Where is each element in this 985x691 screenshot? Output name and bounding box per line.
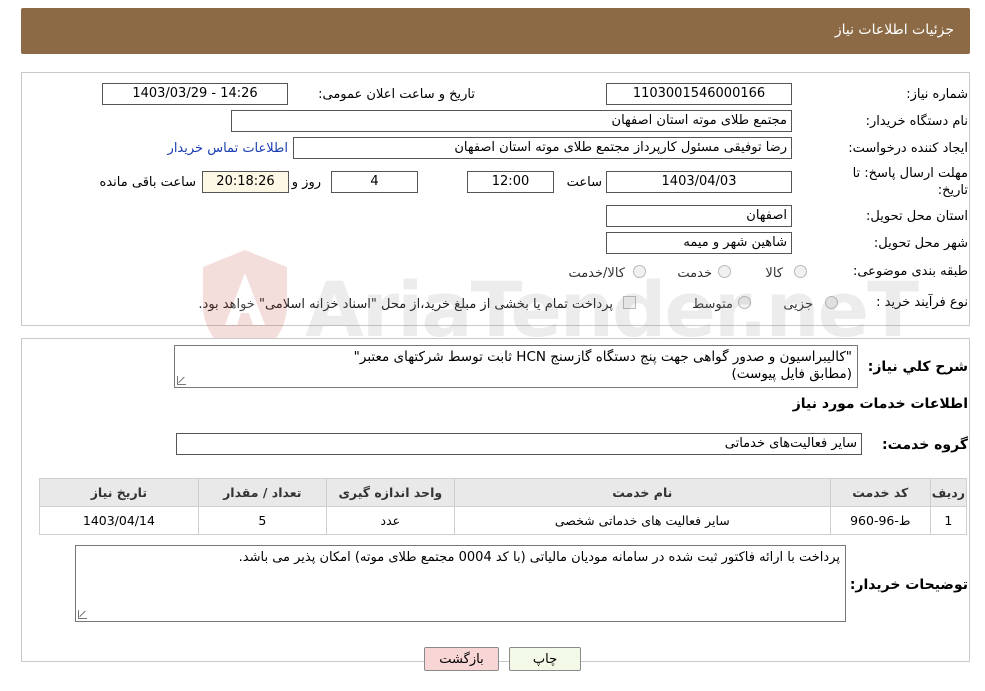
cell-row-number: 1: [929, 506, 968, 535]
days-label: روز و: [291, 175, 321, 190]
cell-quantity: 5: [197, 506, 327, 535]
process-option-medium: متوسط: [692, 297, 733, 312]
deadline-time-label: ساعت: [566, 175, 602, 190]
print-button[interactable]: چاپ: [509, 647, 581, 671]
announce-field[interactable]: 1403/03/29 - 14:26: [102, 83, 288, 105]
category-radio-goods-service[interactable]: [633, 265, 646, 278]
summary-label: شرح کلي نياز:: [867, 359, 968, 375]
process-radio-minor[interactable]: [825, 296, 838, 309]
category-option-goods: کالا: [765, 266, 783, 281]
category-option-service: خدمت: [677, 266, 712, 281]
days-field[interactable]: 4: [331, 171, 418, 193]
treasury-payment-note: پرداخت تمام یا بخشی از مبلغ خرید،از محل …: [198, 297, 613, 312]
col-service-name: نام خدمت: [453, 478, 831, 507]
remaining-time-field: 20:18:26: [202, 171, 289, 193]
cell-service-code: ط-96-960: [829, 506, 931, 535]
col-need-date: تاریخ نیاز: [39, 478, 199, 507]
col-service-code: کد خدمت: [829, 478, 931, 507]
category-option-goods-service: کالا/خدمت: [568, 266, 625, 281]
services-section-title: اطلاعات خدمات مورد نیاز: [792, 396, 968, 412]
buyer-notes-label: توضیحات خریدار:: [849, 577, 968, 593]
announce-label: تاریخ و ساعت اعلان عمومی:: [318, 87, 475, 102]
table-row: 1 ط-96-960 سایر فعالیت های خدماتی شخصی ع…: [39, 506, 968, 535]
province-label: استان محل تحویل:: [866, 209, 968, 224]
buyer-label: نام دستگاه خریدار:: [865, 114, 968, 129]
need-number-label: شماره نیاز:: [906, 87, 968, 102]
col-unit: واحد اندازه گیری: [325, 478, 455, 507]
resize-grip-icon[interactable]: [177, 376, 186, 385]
treasury-payment-checkbox[interactable]: [623, 296, 636, 309]
cell-unit: عدد: [325, 506, 455, 535]
deadline-date-field[interactable]: 1403/04/03: [606, 171, 792, 193]
summary-line-2: (مطابق فایل پیوست): [731, 366, 852, 382]
col-quantity: تعداد / مقدار: [197, 478, 327, 507]
summary-line-1: "کالیبراسیون و صدور گواهی جهت پنج دستگاه…: [353, 349, 852, 365]
services-table: ردیف کد خدمت نام خدمت واحد اندازه گیری ت…: [39, 478, 968, 535]
page-header: جزئیات اطلاعات نیاز: [21, 8, 970, 54]
buyer-contact-link[interactable]: اطلاعات تماس خریدار: [168, 141, 288, 156]
services-table-header: ردیف کد خدمت نام خدمت واحد اندازه گیری ت…: [39, 478, 968, 507]
remaining-time-label: ساعت باقی مانده: [99, 175, 196, 190]
resize-grip-icon[interactable]: [78, 610, 87, 619]
summary-textarea[interactable]: "کالیبراسیون و صدور گواهی جهت پنج دستگاه…: [174, 345, 858, 388]
buyer-field[interactable]: مجتمع طلای موته استان اصفهان: [231, 110, 792, 132]
creator-field[interactable]: رضا توفیقی مسئول کارپرداز مجتمع طلای موت…: [293, 137, 792, 159]
col-row-number: ردیف: [929, 478, 968, 507]
city-label: شهر محل تحویل:: [873, 236, 968, 251]
buyer-notes-textarea[interactable]: پرداخت با ارائه فاکتور ثبت شده در سامانه…: [75, 545, 846, 622]
category-radio-goods[interactable]: [794, 265, 807, 278]
deadline-time-field[interactable]: 12:00: [467, 171, 554, 193]
service-group-label: گروه خدمت:: [882, 437, 968, 453]
province-field[interactable]: اصفهان: [606, 205, 792, 227]
back-button[interactable]: بازگشت: [424, 647, 499, 671]
deadline-label-line1: مهلت ارسال پاسخ: تا: [852, 166, 968, 181]
category-label: طبقه بندی موضوعی:: [852, 264, 968, 279]
page-title: جزئیات اطلاعات نیاز: [834, 22, 954, 38]
city-field[interactable]: شاهین شهر و میمه: [606, 232, 792, 254]
need-number-field[interactable]: 1103001546000166: [606, 83, 792, 105]
cell-need-date: 1403/04/14: [39, 506, 199, 535]
category-radio-service[interactable]: [718, 265, 731, 278]
service-group-field[interactable]: سایر فعالیت‌های خدماتی: [176, 433, 862, 455]
process-type-label: نوع فرآیند خرید :: [876, 295, 968, 310]
process-option-minor: جزیی: [783, 297, 813, 312]
process-radio-medium[interactable]: [738, 296, 751, 309]
deadline-label-line2: تاریخ:: [937, 183, 968, 198]
buyer-notes-text: پرداخت با ارائه فاکتور ثبت شده در سامانه…: [238, 550, 840, 565]
cell-service-name: سایر فعالیت های خدماتی شخصی: [453, 506, 831, 535]
creator-label: ایجاد کننده درخواست:: [848, 141, 968, 156]
services-table-wrapper: ردیف کد خدمت نام خدمت واحد اندازه گیری ت…: [39, 478, 968, 535]
